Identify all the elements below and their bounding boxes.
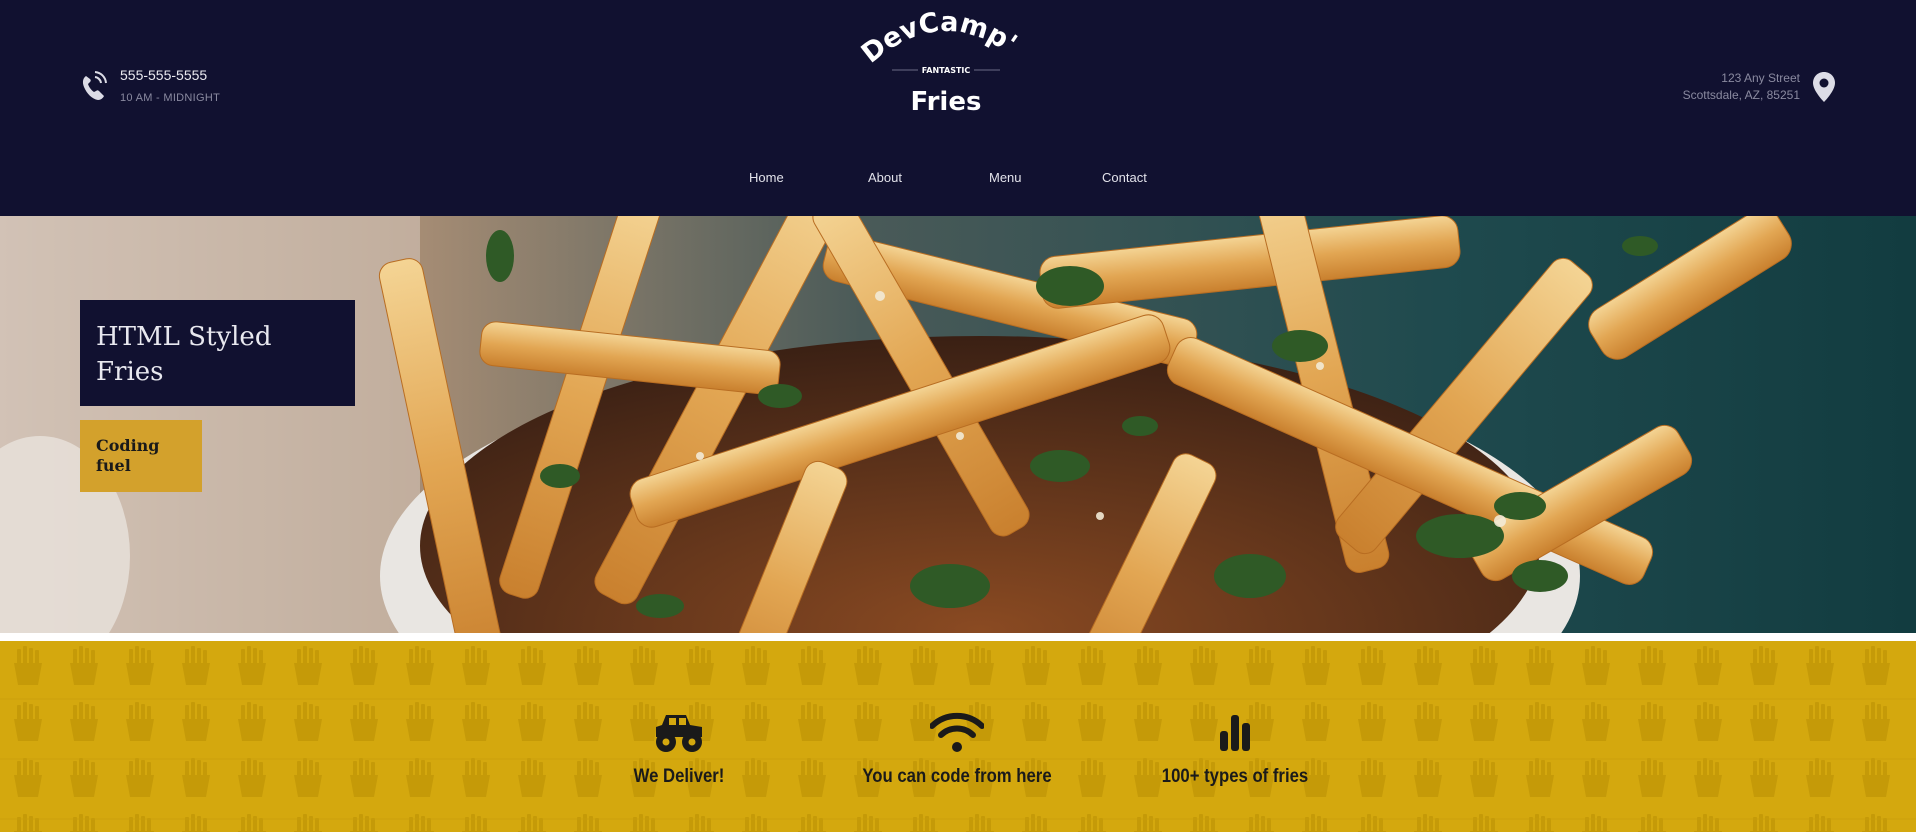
fries-photo: [0, 216, 1916, 633]
feature-delivery-label: We Deliver!: [633, 766, 725, 787]
hero-subtitle: Coding fuel: [96, 436, 160, 475]
feature-wifi: You can code from here: [847, 641, 1067, 789]
phone-contact: 555-555-5555 10 AM - MIDNIGHT: [80, 66, 220, 104]
bar-chart-icon: [1220, 715, 1250, 751]
opening-hours: 10 AM - MIDNIGHT: [120, 92, 221, 104]
nav-contact[interactable]: Contact: [1102, 170, 1147, 185]
phone-number: 555-555-5555: [120, 67, 208, 83]
hero-title: HTML Styled Fries: [96, 322, 272, 387]
site-logo[interactable]: DevCamp's FANTASTIC Fries: [850, 0, 1034, 118]
address-city: Scottsdale, AZ, 85251: [1682, 88, 1800, 102]
logo-word: Fries: [911, 87, 982, 117]
address-contact: 123 Any Street Scottsdale, AZ, 85251: [1683, 70, 1836, 104]
nav-home[interactable]: Home: [749, 170, 784, 185]
hero-subtitle-box: Coding fuel: [80, 420, 202, 492]
features-section: We Deliver! You can code from here 100+ …: [0, 641, 1916, 832]
phone-icon: [82, 71, 107, 100]
feature-types: 100+ types of fries: [1125, 641, 1345, 789]
logo-tagline: FANTASTIC: [922, 66, 971, 75]
monster-truck-icon: [656, 715, 702, 752]
hero-title-box: HTML Styled Fries: [80, 300, 355, 406]
main-nav: Home About Menu Contact: [0, 170, 1916, 190]
location-pin-icon: [1813, 72, 1835, 102]
section-divider: [0, 633, 1916, 641]
feature-wifi-label: You can code from here: [862, 766, 1052, 787]
hero-banner: HTML Styled Fries Coding fuel: [0, 216, 1916, 633]
site-header: 555-555-5555 10 AM - MIDNIGHT DevCamp's …: [0, 0, 1916, 216]
feature-delivery: We Deliver!: [569, 641, 789, 789]
logo-name: DevCamp's: [850, 0, 1022, 69]
svg-text:DevCamp's: DevCamp's: [858, 8, 1022, 69]
wifi-icon: [930, 712, 984, 752]
nav-menu[interactable]: Menu: [989, 170, 1022, 185]
feature-types-label: 100+ types of fries: [1161, 766, 1309, 787]
address-street: 123 Any Street: [1721, 71, 1800, 85]
nav-about[interactable]: About: [868, 170, 902, 185]
